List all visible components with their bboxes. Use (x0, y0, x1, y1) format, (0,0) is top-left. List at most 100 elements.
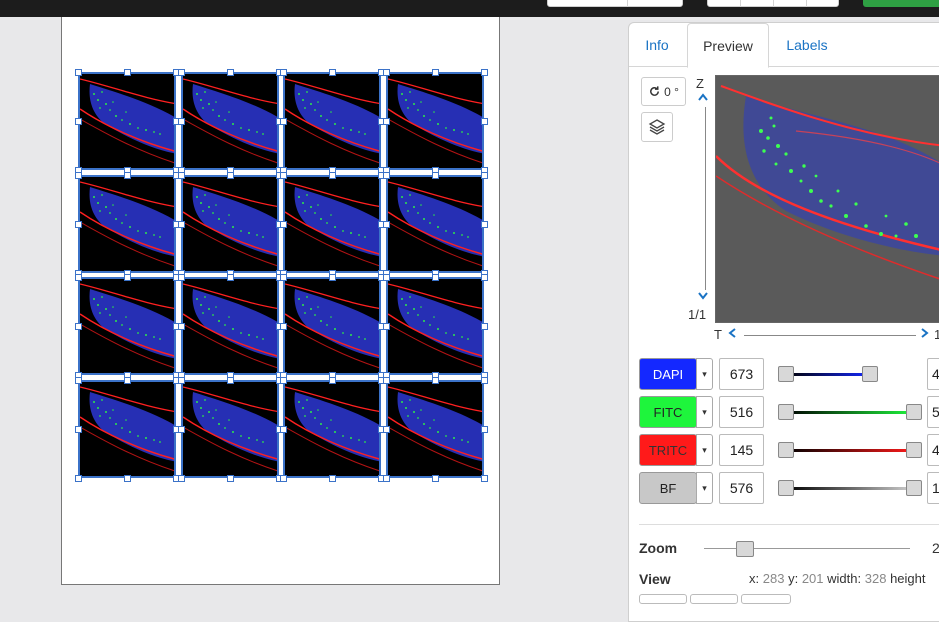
resize-handle[interactable] (75, 220, 82, 228)
image-panel[interactable] (180, 72, 279, 170)
channel-end-input-dapi[interactable]: 4 (927, 358, 939, 390)
channel-range-slider-tritc[interactable] (786, 449, 914, 452)
resize-handle[interactable] (329, 171, 336, 179)
resize-handle[interactable] (280, 69, 287, 76)
range-min-thumb[interactable] (778, 442, 794, 458)
tab-info[interactable]: Info (637, 23, 677, 67)
channel-start-input-tritc[interactable]: 145 (719, 434, 764, 466)
chevron-left-icon[interactable] (727, 326, 737, 342)
image-panel[interactable] (78, 277, 176, 375)
channel-end-input-tritc[interactable]: 45 (927, 434, 939, 466)
resize-handle[interactable] (75, 274, 82, 281)
resize-handle[interactable] (75, 323, 82, 330)
resize-handle[interactable] (329, 376, 336, 384)
channel-start-input-dapi[interactable]: 673 (719, 358, 764, 390)
resize-handle[interactable] (75, 425, 82, 433)
layers-button[interactable] (641, 112, 673, 142)
image-panel[interactable] (283, 379, 381, 478)
resize-handle[interactable] (431, 69, 439, 76)
image-panel[interactable] (180, 174, 279, 273)
zoom-slider-thumb[interactable] (736, 541, 755, 557)
resize-handle[interactable] (124, 274, 131, 281)
image-panel[interactable] (385, 72, 484, 170)
resize-handle[interactable] (480, 171, 488, 179)
toolbar-green-button[interactable] (863, 0, 939, 7)
channel-range-slider-bf[interactable] (786, 487, 914, 490)
range-max-thumb[interactable] (906, 442, 922, 458)
range-max-thumb[interactable] (906, 480, 922, 496)
resize-handle[interactable] (480, 69, 488, 76)
zoom-slider-track[interactable] (704, 548, 910, 549)
channel-start-input-bf[interactable]: 576 (719, 472, 764, 504)
resize-handle[interactable] (124, 474, 131, 482)
resize-handle[interactable] (177, 118, 185, 125)
resize-handle[interactable] (431, 376, 439, 384)
chevron-down-icon[interactable]: ▾ (696, 358, 713, 390)
image-panel[interactable] (78, 72, 176, 170)
resize-handle[interactable] (382, 323, 390, 330)
resize-handle[interactable] (177, 376, 185, 384)
range-min-thumb[interactable] (778, 480, 794, 496)
channel-end-input-bf[interactable]: 1 (927, 472, 939, 504)
resize-handle[interactable] (280, 274, 287, 281)
resize-handle[interactable] (329, 69, 336, 76)
channel-toggle-bf[interactable]: BF (639, 472, 697, 504)
resize-handle[interactable] (75, 474, 82, 482)
resize-handle[interactable] (177, 69, 185, 76)
resize-handle[interactable] (226, 69, 234, 76)
chevron-up-icon[interactable] (697, 90, 709, 105)
resize-handle[interactable] (226, 474, 234, 482)
resize-handle[interactable] (431, 474, 439, 482)
resize-handle[interactable] (382, 376, 390, 384)
resize-handle[interactable] (382, 274, 390, 281)
channel-start-input-fitc[interactable]: 516 (719, 396, 764, 428)
resize-handle[interactable] (177, 220, 185, 228)
resize-handle[interactable] (480, 220, 488, 228)
resize-handle[interactable] (280, 425, 287, 433)
resize-handle[interactable] (382, 425, 390, 433)
resize-handle[interactable] (177, 474, 185, 482)
image-preview[interactable] (715, 75, 939, 323)
resize-handle[interactable] (382, 474, 390, 482)
image-panel[interactable] (283, 174, 381, 273)
view-button[interactable] (741, 594, 791, 604)
image-panel[interactable] (180, 277, 279, 375)
resize-handle[interactable] (124, 69, 131, 76)
resize-handle[interactable] (431, 274, 439, 281)
t-slider-track[interactable] (744, 335, 916, 336)
resize-handle[interactable] (431, 171, 439, 179)
resize-handle[interactable] (75, 118, 82, 125)
resize-handle[interactable] (75, 69, 82, 76)
image-panel[interactable] (283, 72, 381, 170)
chevron-down-icon[interactable]: ▾ (696, 434, 713, 466)
tab-preview[interactable]: Preview (687, 23, 769, 68)
resize-handle[interactable] (480, 323, 488, 330)
toolbar-field[interactable] (547, 0, 683, 7)
resize-handle[interactable] (329, 274, 336, 281)
image-panel[interactable] (385, 379, 484, 478)
image-panel[interactable] (385, 277, 484, 375)
resize-handle[interactable] (280, 376, 287, 384)
resize-handle[interactable] (124, 376, 131, 384)
view-button[interactable] (639, 594, 687, 604)
resize-handle[interactable] (480, 474, 488, 482)
chevron-down-icon[interactable]: ▾ (696, 472, 713, 504)
range-max-thumb[interactable] (906, 404, 922, 420)
resize-handle[interactable] (177, 425, 185, 433)
channel-range-slider-fitc[interactable] (786, 411, 914, 414)
range-min-thumb[interactable] (778, 404, 794, 420)
range-min-thumb[interactable] (778, 366, 794, 382)
resize-handle[interactable] (124, 171, 131, 179)
resize-handle[interactable] (280, 220, 287, 228)
channel-toggle-dapi[interactable]: DAPI (639, 358, 697, 390)
image-panel[interactable] (180, 379, 279, 478)
image-panel[interactable] (78, 174, 176, 273)
resize-handle[interactable] (382, 171, 390, 179)
resize-handle[interactable] (280, 118, 287, 125)
z-slider-track[interactable] (705, 107, 706, 290)
resize-handle[interactable] (280, 474, 287, 482)
view-button[interactable] (690, 594, 738, 604)
resize-handle[interactable] (480, 376, 488, 384)
resize-handle[interactable] (329, 474, 336, 482)
resize-handle[interactable] (75, 376, 82, 384)
